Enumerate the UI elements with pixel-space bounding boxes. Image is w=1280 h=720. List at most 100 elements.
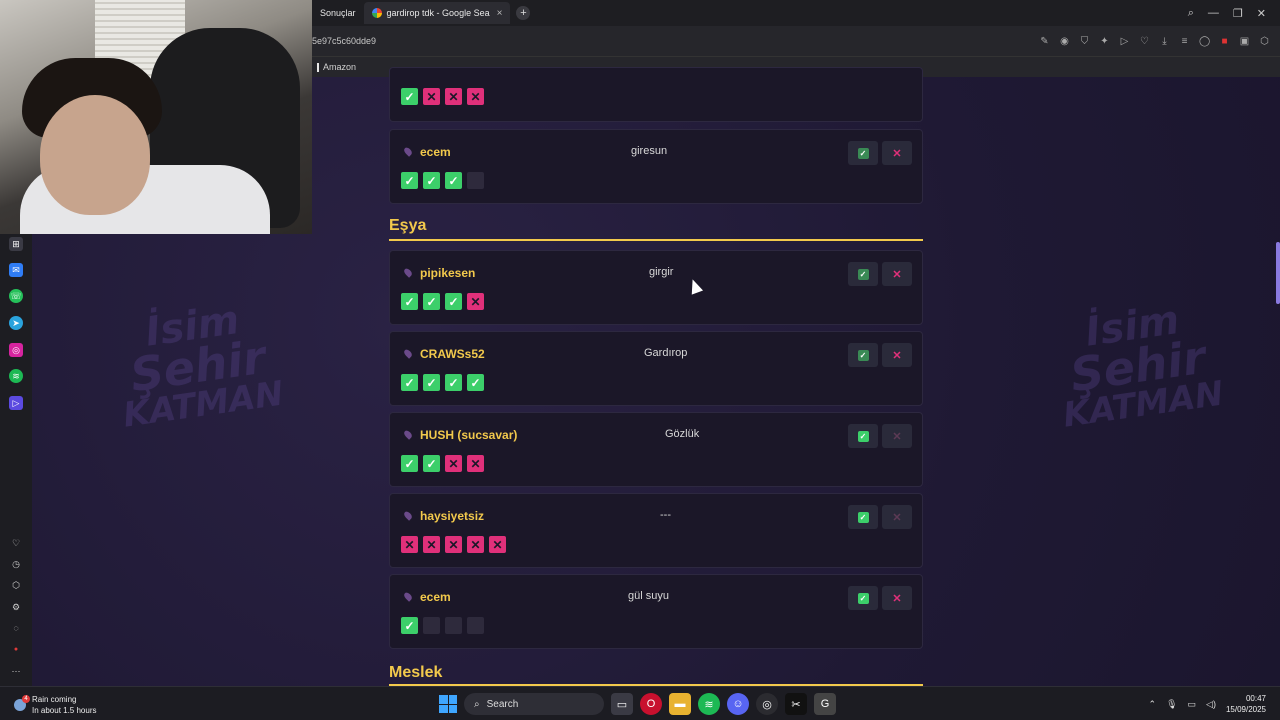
cube-ext-icon[interactable]: ⬡ xyxy=(1259,36,1270,47)
answer-text: girgir xyxy=(649,266,674,278)
vote-empty xyxy=(467,617,484,634)
vote-reject: ✕ xyxy=(467,88,484,105)
approve-button[interactable]: ✓ xyxy=(848,505,878,529)
answer-card: ecem giresun ✓ ✕ ✓ ✓ ✓ xyxy=(389,129,923,204)
reject-button[interactable]: ✕ xyxy=(882,141,912,165)
bulb-icon[interactable]: ◌ xyxy=(9,621,23,635)
spotify-taskbar-icon[interactable]: ≋ xyxy=(698,693,720,715)
approve-button[interactable]: ✓ xyxy=(848,586,878,610)
tab-google-search[interactable]: gardirop tdk - Google Sea × xyxy=(363,2,511,24)
more-icon[interactable]: ⋯ xyxy=(9,664,23,678)
extension-icon[interactable]: ✦ xyxy=(1099,36,1110,47)
opera-ext-icon[interactable]: ■ xyxy=(1219,36,1230,47)
instagram-icon[interactable]: ◎ xyxy=(9,343,23,357)
heart-icon[interactable]: ♡ xyxy=(9,536,23,550)
vote-row: ✓ ✓ ✓ ✕ xyxy=(401,293,484,310)
twitch-ext-icon[interactable]: ▣ xyxy=(1239,36,1250,47)
tab-close-icon[interactable]: × xyxy=(497,8,503,19)
tab-label: gardirop tdk - Google Sea xyxy=(386,8,490,18)
reject-button[interactable]: ✕ xyxy=(882,586,912,610)
cube-icon[interactable]: ⬡ xyxy=(9,578,23,592)
vote-reject: ✕ xyxy=(445,536,462,553)
section-title-meslek: Meslek xyxy=(389,664,443,681)
google-icon xyxy=(371,8,382,18)
vote-reject: ✕ xyxy=(467,455,484,472)
shopping-icon[interactable]: ⊞ xyxy=(9,237,23,251)
vote-row: ✓ ✓ ✕ ✕ xyxy=(401,455,484,472)
logitech-icon[interactable]: G xyxy=(814,693,836,715)
taskbar-search[interactable]: ⌕ Search xyxy=(464,693,604,715)
gear-icon[interactable]: ⚙ xyxy=(9,600,23,614)
reject-button[interactable]: ✕ xyxy=(882,262,912,286)
capcut-icon[interactable]: ✂ xyxy=(785,693,807,715)
url-text[interactable]: 5e97c5c60dde9 xyxy=(312,36,376,46)
vote-approve: ✓ xyxy=(423,293,440,310)
microphone-icon[interactable]: 🎙︎ xyxy=(1166,699,1177,710)
vote-approve: ✓ xyxy=(423,172,440,189)
play-icon[interactable]: ▷ xyxy=(1119,36,1130,47)
player-icon[interactable]: ▷ xyxy=(9,396,23,410)
vote-approve: ✓ xyxy=(401,617,418,634)
start-button[interactable] xyxy=(439,695,457,713)
vote-row: ✓ ✓ ✓ ✓ xyxy=(401,374,484,391)
spotify-icon[interactable]: ≋ xyxy=(9,369,23,383)
reject-button[interactable]: ✕ xyxy=(882,424,912,448)
download-icon[interactable]: ⤓ xyxy=(1159,36,1170,47)
answer-text: giresun xyxy=(631,145,668,157)
opera-badge-icon[interactable]: ● xyxy=(9,642,23,656)
approve-button[interactable]: ✓ xyxy=(848,141,878,165)
reject-button[interactable]: ✕ xyxy=(882,505,912,529)
vote-reject: ✕ xyxy=(423,536,440,553)
volume-icon[interactable]: ◁) xyxy=(1206,699,1216,710)
camera-icon[interactable]: ◉ xyxy=(1059,36,1070,47)
vote-row: ✕ ✕ ✕ ✕ ✕ xyxy=(401,536,506,553)
obs-icon[interactable]: ◎ xyxy=(756,693,778,715)
messenger-icon[interactable]: ✉ xyxy=(9,263,23,277)
approve-button[interactable]: ✓ xyxy=(848,343,878,367)
section-divider xyxy=(389,239,923,241)
approve-button[interactable]: ✓ xyxy=(848,262,878,286)
tray-chevron-icon[interactable]: ⌃ xyxy=(1149,699,1157,710)
vote-approve: ✓ xyxy=(445,374,462,391)
bookmark-separator xyxy=(317,62,319,72)
edit-icon[interactable]: ✎ xyxy=(1039,36,1050,47)
history-icon[interactable]: ◷ xyxy=(9,557,23,571)
approve-button[interactable]: ✓ xyxy=(848,424,878,448)
vote-empty xyxy=(467,172,484,189)
reject-button[interactable]: ✕ xyxy=(882,343,912,367)
answer-card: pipikesen girgir ✓ ✕ ✓ ✓ ✓ ✕ xyxy=(389,250,923,325)
page-scrollbar[interactable] xyxy=(1276,242,1280,304)
heart-icon[interactable]: ♡ xyxy=(1139,36,1150,47)
bookmark-amazon[interactable]: Amazon xyxy=(323,62,356,72)
search-tabs-icon[interactable]: ⌕ xyxy=(1188,7,1194,20)
profile-icon[interactable]: ◯ xyxy=(1199,36,1210,47)
player-name: pipikesen xyxy=(420,266,476,280)
vote-approve: ✓ xyxy=(401,455,418,472)
maximize-icon[interactable]: ❐ xyxy=(1233,7,1243,20)
file-explorer-icon[interactable]: ▬ xyxy=(669,693,691,715)
clock[interactable]: 00:47 15/09/2025 xyxy=(1226,693,1266,715)
answer-card-partial: ✓ ✕ ✕ ✕ xyxy=(389,67,923,122)
close-icon[interactable]: ✕ xyxy=(1257,7,1266,20)
answer-card: ecem gül suyu ✓ ✕ ✓ xyxy=(389,574,923,649)
discord-icon[interactable]: ☺ xyxy=(727,693,749,715)
player-pin-icon xyxy=(402,591,414,602)
task-view-icon[interactable]: ▭ xyxy=(611,693,633,715)
shield-icon[interactable]: ⛉ xyxy=(1079,36,1090,47)
tab-label: Sonuçlar xyxy=(320,8,356,18)
network-icon[interactable]: ▭ xyxy=(1188,699,1197,710)
telegram-icon[interactable]: ➤ xyxy=(9,316,23,330)
player-name: ecem xyxy=(420,145,451,159)
weather-icon: 4 xyxy=(14,695,30,711)
minimize-icon[interactable]: — xyxy=(1208,7,1219,20)
menu-icon[interactable]: ≡ xyxy=(1179,36,1190,47)
watermark-right: İsim Şehir KATMAN xyxy=(1060,297,1226,436)
weather-widget[interactable]: 4 Rain coming In about 1.5 hours xyxy=(14,694,97,716)
tab-sonuclar[interactable]: Sonuçlar xyxy=(312,2,364,24)
address-bar[interactable]: 5e97c5c60dde9 ✎ ◉ ⛉ ✦ ▷ ♡ ⤓ ≡ ◯ ■ ▣ ⬡ xyxy=(312,26,1280,56)
whatsapp-icon[interactable]: ☏ xyxy=(9,289,23,303)
opera-icon[interactable]: O xyxy=(640,693,662,715)
vote-reject: ✕ xyxy=(467,293,484,310)
clock-date: 15/09/2025 xyxy=(1225,705,1266,714)
new-tab-button[interactable]: + xyxy=(516,6,531,20)
